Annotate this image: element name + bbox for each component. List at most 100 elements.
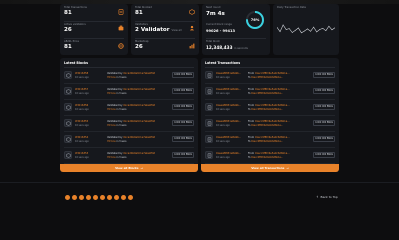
- transaction-row[interactable]: 0xeaaf6831e8a9b... 10 secs ago From 0xec…: [201, 116, 339, 132]
- block-row[interactable]: #3016358 10 secs ago Validated by 0xcad4…: [60, 68, 198, 84]
- transaction-icon: [205, 135, 213, 143]
- view-all-blocks-button[interactable]: View all Blocks →: [60, 164, 198, 172]
- block-row[interactable]: #3016354 10 secs ago Validated by 0xcad4…: [60, 132, 198, 148]
- transaction-hash-link[interactable]: 0xeaaf6831e8a9b...: [216, 88, 241, 91]
- transactions-point: [298, 27, 299, 29]
- from-address-link[interactable]: 0xecc9f8fc6e5a9c6d6b1a...: [255, 136, 290, 139]
- validator-link[interactable]: 0xcad4b9e9c1e7abe0f4d: [123, 104, 155, 107]
- medium-icon[interactable]: [128, 195, 133, 200]
- to-address-link[interactable]: 0xecc9f8fc6e5a9c6d6b1a...: [251, 108, 283, 111]
- block-reward-button[interactable]: 0.000 000 BNAS: [172, 136, 194, 142]
- from-address-link[interactable]: 0xecc9f8fc6e5a9c6d6b1a...: [255, 104, 290, 107]
- block-icon: [64, 119, 72, 127]
- txns-link[interactable]: 76 txns: [107, 76, 116, 79]
- view-all-validators-link[interactable]: View all: [172, 29, 182, 33]
- block-icon: [64, 71, 72, 79]
- to-address-link[interactable]: 0xecc9f8fc6e5a9c6d6b1a...: [251, 140, 283, 143]
- block-number-link[interactable]: #3016356: [75, 104, 88, 107]
- block-icon: [64, 151, 72, 159]
- to-address-link[interactable]: 0xecc9f8fc6e5a9c6d6b1a...: [251, 156, 283, 159]
- validator-link[interactable]: 0xcad4b9e9c1e7abe0f4d: [123, 120, 155, 123]
- validated-by-label: Validated by: [107, 71, 123, 75]
- view-all-transactions-label: View all Transactions: [251, 166, 285, 170]
- txns-link[interactable]: 76 txns: [107, 124, 116, 127]
- twitter-icon[interactable]: [72, 195, 77, 200]
- block-number-link[interactable]: #3016358: [75, 72, 88, 75]
- transaction-row[interactable]: 0xeaaf6831e8a9b... 10 secs ago From 0xec…: [201, 100, 339, 116]
- block-time: in 3 secs: [116, 75, 127, 79]
- latest-blocks-title: Latest Blocks: [64, 61, 89, 65]
- validator-link[interactable]: 0xcad4b9e9c1e7abe0f4d: [123, 72, 155, 75]
- transaction-value-button[interactable]: 0.000 000 BNAS: [313, 152, 335, 158]
- block-reward-button[interactable]: 0.000 000 BNAS: [172, 104, 194, 110]
- transaction-row[interactable]: 0xeaaf6831e8a9b... 10 secs ago From 0xec…: [201, 132, 339, 148]
- transactions-point: [313, 26, 314, 28]
- block-txns: 76 txns in 3 secs: [107, 140, 126, 143]
- transaction-age: 10 secs ago: [216, 123, 230, 127]
- transaction-row[interactable]: 0xeaaf6831e8a9b... 10 secs ago From 0xec…: [201, 68, 339, 84]
- block-time: in 3 secs: [116, 155, 127, 159]
- instagram-icon[interactable]: [79, 195, 84, 200]
- view-all-transactions-button[interactable]: View all Transactions →: [201, 164, 339, 172]
- block-row[interactable]: #3016353 10 secs ago Validated by 0xcad4…: [60, 148, 198, 164]
- daily-transactions-chart-card: Daily Transaction Rate: [273, 4, 339, 55]
- from-address-link[interactable]: 0xecc9f8fc6e5a9c6d6b1a...: [255, 72, 290, 75]
- block-age: 10 secs ago: [75, 91, 89, 95]
- transaction-hash-link[interactable]: 0xeaaf6831e8a9b...: [216, 72, 241, 75]
- back-to-top-link[interactable]: ↑ Back to Top: [316, 195, 338, 199]
- block-reward-button[interactable]: 0.000 000 BNAS: [172, 120, 194, 126]
- transaction-value-button[interactable]: 0.000 000 BNAS: [313, 72, 335, 78]
- to-address-link[interactable]: 0xecc9f8fc6e5a9c6d6b1a...: [251, 76, 283, 79]
- block-reward-button[interactable]: 0.000 000 BNAS: [172, 88, 194, 94]
- to-address-link[interactable]: 0xecc9f8fc6e5a9c6d6b1a...: [251, 92, 283, 95]
- transaction-hash-link[interactable]: 0xeaaf6831e8a9b...: [216, 120, 241, 123]
- from-address-link[interactable]: 0xecc9f8fc6e5a9c6d6b1a...: [255, 88, 290, 91]
- youtube-icon[interactable]: [93, 195, 98, 200]
- validator-link[interactable]: 0xcad4b9e9c1e7abe0f4d: [123, 136, 155, 139]
- discord-icon[interactable]: [107, 195, 112, 200]
- txns-link[interactable]: 76 txns: [107, 156, 116, 159]
- block-reward-button[interactable]: 0.000 000 BNAS: [172, 152, 194, 158]
- from-label: From: [248, 71, 255, 75]
- transaction-row[interactable]: 0xeaaf6831e8a9b... 10 secs ago From 0xec…: [201, 84, 339, 100]
- validated-by-label: Validated by: [107, 103, 123, 107]
- validator-link[interactable]: 0xcad4b9e9c1e7abe0f4d: [123, 152, 155, 155]
- facebook-icon[interactable]: [65, 195, 70, 200]
- github-icon[interactable]: [100, 195, 105, 200]
- block-number-link[interactable]: #3016353: [75, 152, 88, 155]
- block-reward-button[interactable]: 0.000 000 BNAS: [172, 72, 194, 78]
- txns-link[interactable]: 76 txns: [107, 140, 116, 143]
- transaction-hash-link[interactable]: 0xeaaf6831e8a9b...: [216, 152, 241, 155]
- to-address: To 0xecc9f8fc6e5a9c6d6b1a...: [248, 76, 283, 79]
- block-age: 10 secs ago: [75, 107, 89, 111]
- linkedin-icon[interactable]: [86, 195, 91, 200]
- transaction-age: 10 secs ago: [216, 91, 230, 95]
- block-number-link[interactable]: #3016355: [75, 120, 88, 123]
- block-row[interactable]: #3016356 10 secs ago Validated by 0xcad4…: [60, 100, 198, 116]
- divider: [64, 21, 124, 22]
- block-row[interactable]: #3016357 10 secs ago Validated by 0xcad4…: [60, 84, 198, 100]
- transaction-value-button[interactable]: 0.000 000 BNAS: [313, 136, 335, 142]
- from-address: From 0xecc9f8fc6e5a9c6d6b1a...: [248, 152, 290, 155]
- block-number-link[interactable]: #3016354: [75, 136, 88, 139]
- arrow-up-icon: ↑: [316, 195, 319, 199]
- telegram-icon[interactable]: [114, 195, 119, 200]
- from-address-link[interactable]: 0xecc9f8fc6e5a9c6d6b1a...: [255, 120, 290, 123]
- txns-link[interactable]: 76 txns: [107, 108, 116, 111]
- transaction-hash-link[interactable]: 0xeaaf6831e8a9b...: [216, 136, 241, 139]
- block-number-link[interactable]: #3016357: [75, 88, 88, 91]
- transaction-value-button[interactable]: 0.000 000 BNAS: [313, 88, 335, 94]
- arrow-right-icon: →: [286, 166, 289, 170]
- globe-icon: [118, 43, 124, 49]
- block-row[interactable]: #3016355 10 secs ago Validated by 0xcad4…: [60, 116, 198, 132]
- validator-link[interactable]: 0xcad4b9e9c1e7abe0f4d: [123, 88, 155, 91]
- from-address-link[interactable]: 0xecc9f8fc6e5a9c6d6b1a...: [255, 152, 290, 155]
- transaction-value-button[interactable]: 0.000 000 BNAS: [313, 104, 335, 110]
- reddit-icon[interactable]: [121, 195, 126, 200]
- to-address: To 0xecc9f8fc6e5a9c6d6b1a...: [248, 156, 283, 159]
- transaction-value-button[interactable]: 0.000 000 BNAS: [313, 120, 335, 126]
- to-address-link[interactable]: 0xecc9f8fc6e5a9c6d6b1a...: [251, 124, 283, 127]
- transaction-row[interactable]: 0xeaaf6831e8a9b... 10 secs ago From 0xec…: [201, 148, 339, 164]
- transaction-hash-link[interactable]: 0xeaaf6831e8a9b...: [216, 104, 241, 107]
- txns-link[interactable]: 76 txns: [107, 92, 116, 95]
